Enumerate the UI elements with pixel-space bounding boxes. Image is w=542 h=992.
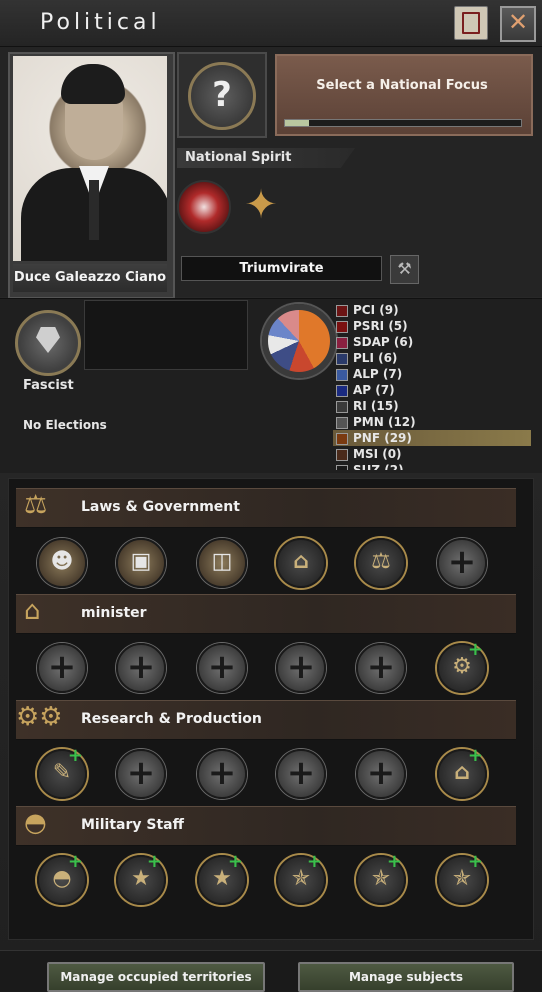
gavel-icon: ⚖: [24, 490, 48, 520]
leader-portrait[interactable]: [13, 56, 167, 261]
category-title: minister: [81, 605, 147, 621]
question-mark-icon[interactable]: ?: [188, 62, 256, 130]
ideology-label: Fascist: [23, 378, 74, 393]
fascist-emblem-icon[interactable]: [177, 180, 231, 234]
government-name: Triumvirate: [181, 256, 382, 281]
wrench-add-icon[interactable]: ✎ +: [37, 745, 87, 799]
army-chief-add-icon[interactable]: ★ +: [116, 851, 166, 905]
add-minister-button[interactable]: +: [276, 643, 326, 693]
party-name: AP (7): [353, 383, 395, 397]
add-research-button[interactable]: +: [276, 749, 326, 799]
party-name: SUZ (2): [353, 463, 404, 470]
party-name: PCI (9): [353, 303, 399, 317]
manage-occupied-territories-button[interactable]: Manage occupied territories: [47, 962, 265, 992]
party-popularity-pie[interactable]: [262, 304, 336, 378]
leader-name: Duce Galeazzo Ciano: [13, 264, 167, 292]
list-item[interactable]: PMN (12): [333, 414, 531, 430]
list-item[interactable]: PLI (6): [333, 350, 531, 366]
helmet-add-icon[interactable]: ◓ +: [37, 851, 87, 905]
parliament-icon[interactable]: ⌂: [276, 538, 326, 588]
party-color-swatch: [336, 353, 348, 365]
list-item[interactable]: SDAP (6): [333, 334, 531, 350]
high-command-add-icon[interactable]: ✯ +: [356, 851, 406, 905]
add-law-button[interactable]: +: [437, 538, 487, 588]
list-item[interactable]: MSI (0): [333, 446, 531, 462]
party-color-swatch: [336, 369, 348, 381]
manage-subjects-button[interactable]: Manage subjects: [298, 962, 514, 992]
focus-progress-bar: [284, 119, 522, 127]
party-color-swatch: [336, 417, 348, 429]
add-minister-button[interactable]: +: [116, 643, 166, 693]
parliament-icon: ⌂: [24, 596, 41, 626]
list-item[interactable]: RI (15): [333, 398, 531, 414]
party-name: SDAP (6): [353, 335, 414, 349]
category-title: Laws & Government: [81, 499, 240, 515]
law-trade-icon[interactable]: ▣: [116, 538, 166, 588]
add-research-button[interactable]: +: [116, 749, 166, 799]
plus-badge-icon: +: [467, 639, 483, 660]
justice-scales-icon[interactable]: ⚖: [356, 538, 406, 588]
ledger-icon[interactable]: [454, 6, 488, 40]
party-name: MSI (0): [353, 447, 402, 461]
elections-label: No Elections: [23, 418, 107, 432]
helmet-icon: ◓: [24, 808, 47, 838]
gears-add-icon[interactable]: ⚙ +: [437, 639, 487, 693]
party-color-swatch: [336, 321, 348, 333]
party-color-swatch: [336, 433, 348, 445]
party-color-swatch: [336, 401, 348, 413]
hammer-icon[interactable]: ⚒: [390, 255, 419, 284]
plus-badge-icon: +: [467, 851, 483, 872]
party-name: PMN (12): [353, 415, 416, 429]
ideology-icon[interactable]: [15, 310, 81, 376]
list-item[interactable]: ALP (7): [333, 366, 531, 382]
focus-progress-fill: [285, 120, 309, 126]
plus-badge-icon: +: [67, 745, 83, 766]
category-title: Military Staff: [81, 817, 184, 833]
plus-badge-icon: +: [146, 851, 162, 872]
party-color-swatch: [336, 449, 348, 461]
add-research-button[interactable]: +: [356, 749, 406, 799]
list-item[interactable]: SUZ (2): [333, 462, 531, 470]
list-item[interactable]: PNF (29): [333, 430, 531, 446]
party-color-swatch: [336, 465, 348, 470]
list-item[interactable]: PSRI (5): [333, 318, 531, 334]
close-icon[interactable]: ✕: [500, 6, 536, 42]
add-minister-button[interactable]: +: [37, 643, 87, 693]
plus-badge-icon: +: [467, 745, 483, 766]
gears-icon: ⚙⚙: [16, 702, 63, 732]
air-chief-add-icon[interactable]: ✯ +: [276, 851, 326, 905]
party-name: PLI (6): [353, 351, 398, 365]
party-name: ALP (7): [353, 367, 403, 381]
party-name: RI (15): [353, 399, 399, 413]
portrait-tie: [89, 180, 99, 240]
party-name: PSRI (5): [353, 319, 408, 333]
focus-label: Select a National Focus: [316, 78, 488, 93]
plus-badge-icon: +: [67, 851, 83, 872]
add-minister-button[interactable]: +: [197, 643, 247, 693]
law-conscription-icon[interactable]: ☻: [37, 538, 87, 588]
law-economy-icon[interactable]: ◫: [197, 538, 247, 588]
party-list[interactable]: PCI (9) PSRI (5) SDAP (6) PLI (6) ALP (7…: [333, 302, 531, 470]
party-color-swatch: [336, 385, 348, 397]
national-spirit-label: National Spirit: [185, 150, 292, 165]
panel-title: Political: [40, 10, 161, 35]
navy-chief-add-icon[interactable]: ★ +: [197, 851, 247, 905]
plus-badge-icon: +: [227, 851, 243, 872]
add-minister-button[interactable]: +: [356, 643, 406, 693]
flag-box: [84, 300, 248, 370]
high-command-add-icon[interactable]: ✯ +: [437, 851, 487, 905]
party-color-swatch: [336, 305, 348, 317]
crossed-arms-icon[interactable]: ✦: [238, 182, 284, 228]
plus-badge-icon: +: [306, 851, 322, 872]
plus-badge-icon: +: [386, 851, 402, 872]
party-name: PNF (29): [353, 431, 412, 445]
portrait-hair: [61, 64, 125, 104]
category-title: Research & Production: [81, 711, 262, 727]
list-item[interactable]: AP (7): [333, 382, 531, 398]
add-research-button[interactable]: +: [197, 749, 247, 799]
list-item[interactable]: PCI (9): [333, 302, 531, 318]
factory-add-icon[interactable]: ⌂ +: [437, 745, 487, 799]
party-color-swatch: [336, 337, 348, 349]
